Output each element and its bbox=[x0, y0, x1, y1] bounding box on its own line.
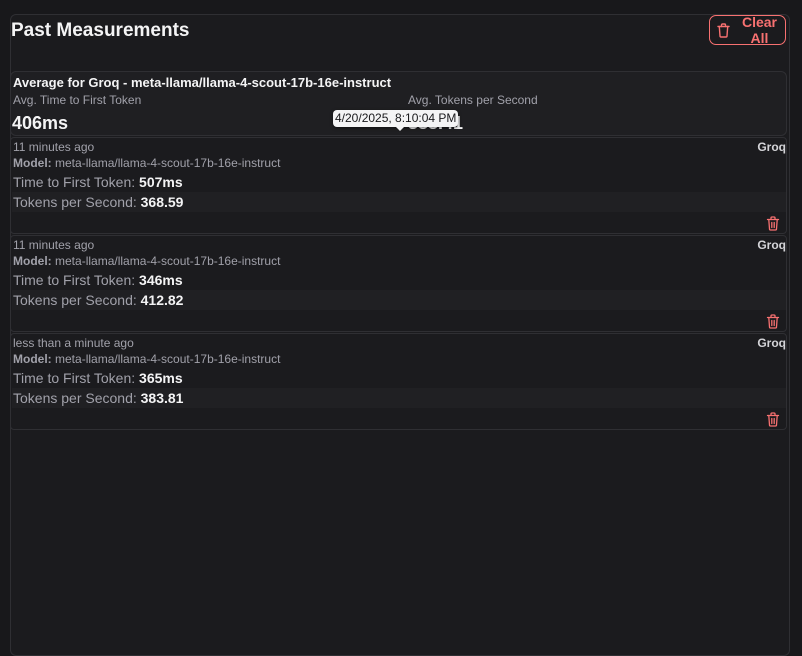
tps-key: Tokens per Second: bbox=[13, 292, 137, 308]
trash-icon bbox=[766, 314, 780, 329]
model-key: Model: bbox=[13, 352, 52, 366]
tps-key: Tokens per Second: bbox=[13, 194, 137, 210]
tps-value: 368.59 bbox=[140, 194, 184, 210]
ttft-row: Time to First Token: 507ms bbox=[12, 172, 786, 192]
timestamp-tooltip: 4/20/2025, 8:10:04 PM bbox=[333, 110, 459, 127]
ttft-key: Time to First Token: bbox=[13, 272, 136, 288]
tps-row: Tokens per Second: 383.81 bbox=[12, 388, 786, 408]
measurement-card: less than a minute ago Groq Model: meta-… bbox=[10, 333, 787, 430]
model-key: Model: bbox=[13, 254, 52, 268]
trash-icon bbox=[766, 412, 780, 427]
delete-measurement-button[interactable] bbox=[766, 216, 780, 232]
model-line: Model: meta-llama/llama-4-scout-17b-16e-… bbox=[13, 156, 280, 170]
trash-icon bbox=[717, 22, 730, 38]
measurement-card: 11 minutes ago Groq Model: meta-llama/ll… bbox=[10, 137, 787, 234]
clear-all-label: Clear All bbox=[741, 14, 778, 46]
clear-all-button[interactable]: Clear All bbox=[709, 14, 786, 46]
avg-ttft-value: 406ms bbox=[12, 113, 69, 133]
tps-key: Tokens per Second: bbox=[13, 390, 137, 406]
avg-tps-label: Avg. Tokens per Second bbox=[408, 93, 538, 107]
average-title: Average for Groq - meta-llama/llama-4-sc… bbox=[13, 75, 392, 90]
measurement-card: 11 minutes ago Groq Model: meta-llama/ll… bbox=[10, 235, 787, 332]
delete-measurement-button[interactable] bbox=[766, 314, 780, 330]
trash-icon bbox=[766, 216, 780, 231]
tps-value: 383.81 bbox=[140, 390, 184, 406]
page-title: Past Measurements bbox=[11, 20, 190, 41]
tps-row: Tokens per Second: 412.82 bbox=[12, 290, 786, 310]
ttft-row: Time to First Token: 365ms bbox=[12, 368, 786, 388]
ttft-value: 507ms bbox=[139, 174, 183, 190]
ttft-key: Time to First Token: bbox=[13, 370, 136, 386]
measurement-time: less than a minute ago bbox=[13, 336, 134, 350]
model-value: meta-llama/llama-4-scout-17b-16e-instruc… bbox=[55, 156, 281, 170]
measurement-time: 11 minutes ago bbox=[13, 238, 95, 252]
model-value: meta-llama/llama-4-scout-17b-16e-instruc… bbox=[55, 254, 281, 268]
tps-value: 412.82 bbox=[140, 292, 184, 308]
model-line: Model: meta-llama/llama-4-scout-17b-16e-… bbox=[13, 254, 280, 268]
provider-label: Groq bbox=[757, 238, 786, 252]
tps-row: Tokens per Second: 368.59 bbox=[12, 192, 786, 212]
tooltip-arrow bbox=[395, 126, 405, 131]
provider-label: Groq bbox=[757, 336, 786, 350]
provider-label: Groq bbox=[757, 140, 786, 154]
model-value: meta-llama/llama-4-scout-17b-16e-instruc… bbox=[55, 352, 281, 366]
ttft-row: Time to First Token: 346ms bbox=[12, 270, 786, 290]
ttft-key: Time to First Token: bbox=[13, 174, 136, 190]
model-line: Model: meta-llama/llama-4-scout-17b-16e-… bbox=[13, 352, 280, 366]
ttft-value: 346ms bbox=[139, 272, 183, 288]
avg-ttft-label: Avg. Time to First Token bbox=[13, 93, 142, 107]
measurement-time: 11 minutes ago bbox=[13, 140, 95, 154]
model-key: Model: bbox=[13, 156, 52, 170]
ttft-value: 365ms bbox=[139, 370, 183, 386]
delete-measurement-button[interactable] bbox=[766, 412, 780, 428]
